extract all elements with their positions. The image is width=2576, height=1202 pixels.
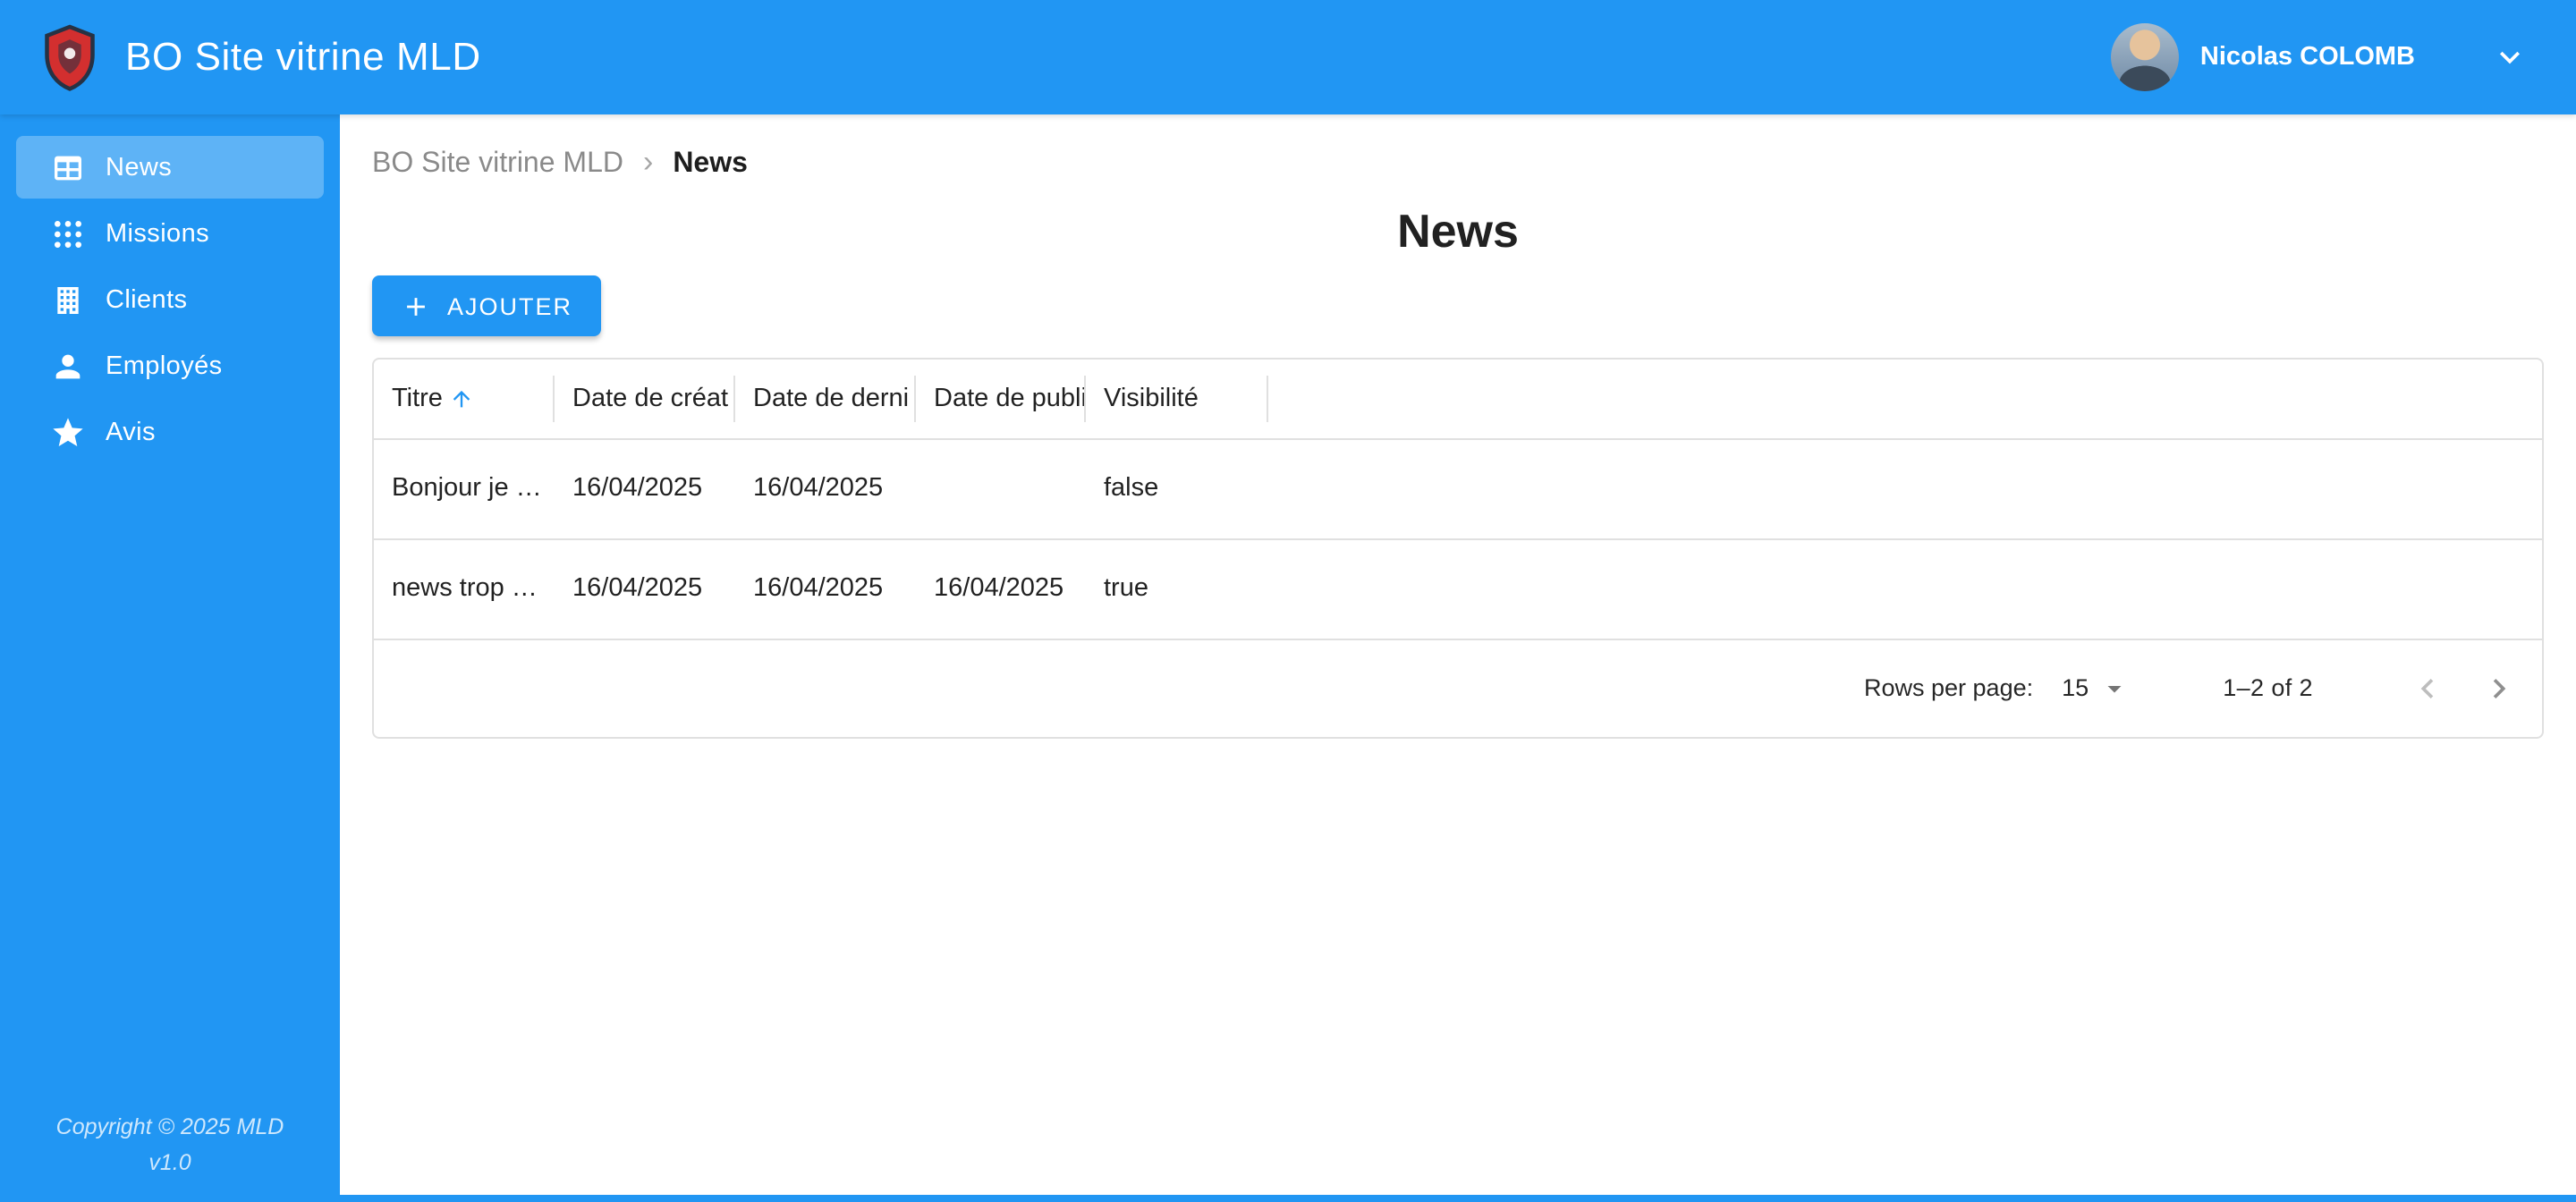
breadcrumb-item-current: News	[673, 148, 748, 178]
cell-visibilite: true	[1104, 574, 1148, 603]
user-name: Nicolas COLOMB	[2199, 43, 2415, 72]
app-title: BO Site vitrine MLD	[125, 34, 481, 79]
table-row[interactable]: news trop … 16/04/2025 16/04/2025 16/04/…	[374, 538, 2542, 639]
add-button[interactable]: AJOUTER	[372, 275, 602, 336]
cell-date-derniere: 16/04/2025	[753, 474, 884, 503]
main-content: BO Site vitrine MLD › News News AJOUTER	[340, 114, 2576, 1195]
version-text: v1.0	[148, 1150, 191, 1175]
news-table-card: Titre Date de créat Date de derni Date d…	[372, 358, 2544, 738]
table-header-row: Titre Date de créat Date de derni Date d…	[374, 360, 2542, 438]
cell-date-creation: 16/04/2025	[572, 474, 703, 503]
cell-date-derniere: 16/04/2025	[753, 574, 884, 603]
sidebar-item-clients[interactable]: Clients	[16, 268, 324, 331]
table-row[interactable]: Bonjour je … 16/04/2025 16/04/2025 false	[374, 438, 2542, 538]
rows-per-page-select[interactable]: 15	[2062, 672, 2130, 704]
sidebar-footer: Copyright © 2025 MLD v1.0	[0, 1109, 340, 1181]
table-pagination: Rows per page: 15 1–2 of 2	[374, 639, 2542, 736]
table-icon	[50, 149, 86, 185]
cell-titre: Bonjour je …	[392, 474, 542, 503]
column-header-label: Date de publi	[934, 384, 1086, 413]
plus-icon	[401, 291, 431, 321]
rows-per-page-value: 15	[2062, 674, 2089, 701]
sidebar-item-employes[interactable]: Employés	[16, 334, 324, 397]
grid-dots-icon	[50, 216, 86, 251]
sort-arrow-up-icon	[450, 386, 475, 411]
chevron-down-icon	[2490, 38, 2529, 77]
sidebar-nav-list: News Missions Clients Employés Avis	[0, 114, 340, 463]
sidebar-item-avis[interactable]: Avis	[16, 401, 324, 463]
user-avatar	[2110, 23, 2179, 91]
cell-date-publication	[916, 438, 1086, 538]
column-header-label: Titre	[392, 384, 443, 413]
sidebar-item-news[interactable]: News	[16, 136, 324, 199]
bottom-footer-bar	[0, 1195, 2576, 1202]
cell-titre: news trop …	[392, 574, 538, 603]
cell-empty	[1268, 438, 2542, 538]
office-building-icon	[50, 282, 86, 317]
cell-date-publication: 16/04/2025	[934, 574, 1064, 603]
sidebar-item-label: Avis	[106, 418, 156, 446]
breadcrumb-separator-icon: ›	[642, 145, 654, 179]
column-header-label: Date de créat	[572, 384, 729, 413]
cell-visibilite: false	[1104, 474, 1159, 503]
breadcrumb: BO Site vitrine MLD › News	[372, 147, 2544, 181]
rows-per-page-label: Rows per page:	[1864, 674, 2034, 701]
previous-page-button[interactable]	[2395, 656, 2460, 720]
app-root: BO Site vitrine MLD Nicolas COLOMB News	[0, 0, 2576, 1202]
sidebar: News Missions Clients Employés Avis Copy…	[0, 114, 340, 1202]
cell-empty	[1268, 538, 2542, 639]
star-icon	[50, 414, 86, 450]
column-header-visibilite[interactable]: Visibilité	[1086, 360, 1268, 438]
next-page-button[interactable]	[2467, 656, 2531, 720]
cell-date-creation: 16/04/2025	[572, 574, 703, 603]
sidebar-item-label: News	[106, 153, 173, 182]
sidebar-item-label: Clients	[106, 285, 188, 314]
user-menu[interactable]: Nicolas COLOMB	[2110, 23, 2529, 91]
column-header-date-publication[interactable]: Date de publi	[916, 360, 1086, 438]
breadcrumb-item-root[interactable]: BO Site vitrine MLD	[372, 148, 623, 180]
column-header-label: Date de derni	[753, 384, 910, 413]
page-title: News	[1397, 204, 1519, 258]
chevron-left-icon	[2408, 668, 2447, 707]
news-table: Titre Date de créat Date de derni Date d…	[374, 360, 2542, 639]
sidebar-item-missions[interactable]: Missions	[16, 202, 324, 265]
mld-logo-icon	[39, 23, 100, 91]
pagination-range: 1–2 of 2	[2223, 674, 2313, 701]
copyright-text: Copyright © 2025 MLD	[55, 1114, 284, 1139]
column-header-empty	[1268, 360, 2542, 438]
column-header-titre[interactable]: Titre	[374, 360, 555, 438]
person-icon	[50, 348, 86, 384]
column-header-label: Visibilité	[1104, 384, 1199, 413]
app-bar: BO Site vitrine MLD Nicolas COLOMB	[0, 0, 2576, 114]
sidebar-item-label: Missions	[106, 219, 209, 248]
caret-down-icon	[2097, 672, 2130, 704]
chevron-right-icon	[2479, 668, 2519, 707]
add-button-label: AJOUTER	[447, 292, 573, 319]
column-header-date-derniere[interactable]: Date de derni	[735, 360, 916, 438]
column-header-date-creation[interactable]: Date de créat	[555, 360, 735, 438]
sidebar-item-label: Employés	[106, 351, 223, 380]
